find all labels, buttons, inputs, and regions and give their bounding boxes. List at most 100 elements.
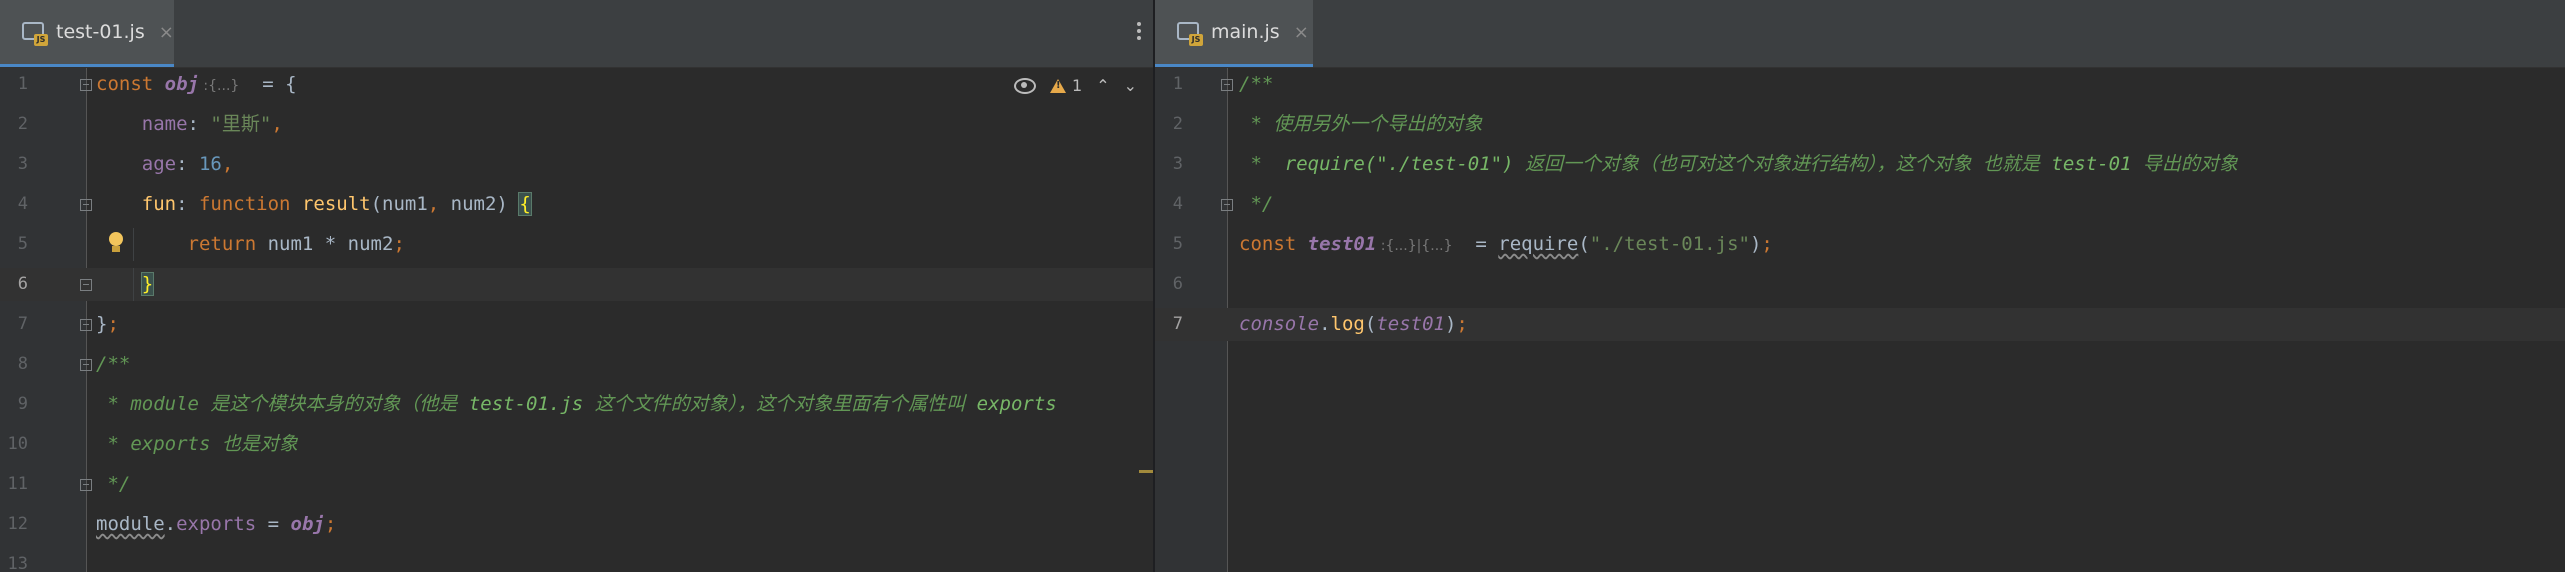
code-editor[interactable]: 1 /** 2 * 使用另外一个导出的对象 3 * require("./test-0… (1155, 68, 2565, 572)
token: 返回一个对象（也可对这个对象进行结构），这个对象 也就是 (1513, 153, 2052, 175)
line-number: 5 (1172, 234, 1183, 254)
token: * exports 也是对象 (96, 433, 298, 455)
code-line[interactable]: 11 */ (0, 468, 1153, 501)
code-line[interactable]: 1 /** (1155, 68, 2565, 101)
code-text[interactable]: const test01 :{...}|{...} = require("./t… (1239, 228, 1773, 263)
code-text[interactable]: * module 是这个模块本身的对象（他是 test-01.js 这个文件的对… (96, 388, 1057, 421)
close-tab-icon[interactable]: × (1294, 22, 1309, 43)
line-number: 4 (17, 194, 28, 214)
code-line[interactable]: 10 * exports 也是对象 (0, 428, 1153, 461)
token: exports (976, 393, 1057, 415)
tab-test-01-js[interactable]: JS test-01.js × (0, 0, 174, 67)
line-number: 11 (7, 474, 28, 494)
code-line[interactable]: 7 console.log(test01); (1155, 308, 2565, 341)
code-line[interactable]: 3 * require("./test-01") 返回一个对象（也可对这个对象进… (1155, 148, 2565, 181)
chevron-down-icon[interactable]: ⌄ (1124, 76, 1137, 95)
code-text[interactable]: * 使用另外一个导出的对象 (1239, 108, 1482, 141)
code-line[interactable]: 13 (0, 548, 1153, 572)
close-tab-icon[interactable]: × (159, 22, 174, 43)
token: num1 * num2 (267, 233, 394, 255)
line-number: 3 (1172, 154, 1183, 174)
code-text[interactable]: }; (96, 308, 119, 341)
eye-icon[interactable] (1014, 77, 1036, 94)
code-text[interactable]: age: 16, (96, 148, 234, 181)
code-line[interactable]: 4 */ (1155, 188, 2565, 221)
code-text[interactable]: name: "里斯", (96, 108, 283, 141)
token: , (271, 113, 283, 135)
token: ) (1749, 233, 1762, 255)
code-text[interactable]: /** (1239, 68, 1273, 101)
fold-marker-icon[interactable] (1221, 199, 1233, 211)
line-number: 7 (17, 314, 28, 334)
token: . (1319, 313, 1331, 335)
line-number: 5 (17, 234, 28, 254)
token: console (1239, 313, 1320, 335)
token: } (140, 272, 155, 296)
code-line[interactable]: 3 age: 16, (0, 148, 1153, 181)
chevron-up-icon[interactable]: ⌃ (1096, 76, 1109, 95)
token: : (176, 153, 199, 175)
code-line[interactable]: 9 * module 是这个模块本身的对象（他是 test-01.js 这个文件… (0, 388, 1153, 421)
code-line[interactable]: 2 name: "里斯", (0, 108, 1153, 141)
fold-marker-icon[interactable] (80, 279, 92, 291)
code-text[interactable]: return num1 * num2; (96, 228, 405, 261)
code-text[interactable]: console.log(test01); (1239, 308, 1468, 341)
code-line[interactable]: 6 } (0, 268, 1153, 301)
code-line[interactable]: 12 module.exports = obj; (0, 508, 1153, 541)
code-text[interactable]: module.exports = obj; (96, 508, 336, 541)
code-text[interactable]: */ (96, 468, 130, 501)
line-number: 2 (1172, 114, 1183, 134)
token: test01 (1376, 313, 1445, 335)
js-file-icon: JS (20, 20, 48, 46)
fold-marker-icon[interactable] (80, 479, 92, 491)
line-number: 4 (1172, 194, 1183, 214)
code-text[interactable]: fun: function result(num1, num2) { (96, 188, 532, 221)
code-text[interactable]: */ (1239, 188, 1273, 221)
js-file-icon: JS (1175, 20, 1203, 46)
code-editor[interactable]: 1 const obj :{...} = { 2 name: "里斯", 3 age:… (0, 68, 1153, 572)
editor-pane-left[interactable]: JS test-01.js × 1 const obj :{...} = { 2 n… (0, 0, 1153, 572)
token: = (1452, 233, 1499, 255)
code-line[interactable]: 2 * 使用另外一个导出的对象 (1155, 108, 2565, 141)
code-line[interactable]: 8 /** (0, 348, 1153, 381)
code-text[interactable]: const obj :{...} = { (96, 68, 297, 103)
line-number: 1 (1172, 74, 1183, 94)
fold-marker-icon[interactable] (80, 319, 92, 331)
tab-title: main.js (1211, 21, 1280, 43)
token: test01 (1307, 233, 1377, 255)
token: * 使用另外一个导出的对象 (1239, 113, 1483, 135)
token: obj (164, 73, 199, 95)
fold-marker-icon[interactable] (80, 79, 92, 91)
token: ; (1761, 233, 1773, 255)
tab-title: test-01.js (56, 21, 145, 43)
editor-tab-bar: JS main.js × (1155, 0, 2565, 68)
inspection-widget[interactable]: 1 ⌃ ⌄ (1014, 76, 1137, 95)
line-number: 10 (7, 434, 28, 454)
code-text[interactable]: * exports 也是对象 (96, 428, 298, 461)
more-options-icon[interactable] (1137, 22, 1143, 43)
tab-main-js[interactable]: JS main.js × (1155, 0, 1313, 67)
fold-marker-icon[interactable] (80, 359, 92, 371)
token: , (427, 193, 451, 215)
code-line[interactable]: 6 (1155, 268, 2565, 301)
code-text[interactable]: } (96, 268, 155, 301)
fold-marker-icon[interactable] (1221, 79, 1233, 91)
editor-pane-right[interactable]: JS main.js × 1 /** 2 * 使用另外一个导出的对象 3 * requ… (1155, 0, 2565, 572)
code-line[interactable]: 5 const test01 :{...}|{...} = require("./… (1155, 228, 2565, 261)
code-line[interactable]: 7}; (0, 308, 1153, 341)
code-text[interactable]: * require("./test-01") 返回一个对象（也可对这个对象进行结… (1239, 148, 2237, 181)
scrollbar-marker[interactable] (1139, 470, 1153, 473)
token: = { (239, 73, 297, 95)
code-line[interactable]: 1 const obj :{...} = { (0, 68, 1153, 101)
token: require (1498, 233, 1579, 255)
code-line[interactable]: 5 return num1 * num2; (0, 228, 1153, 261)
editor-tab-bar: JS test-01.js × (0, 0, 1153, 68)
code-text[interactable]: /** (96, 348, 130, 381)
code-line[interactable]: 4 fun: function result(num1, num2) { (0, 188, 1153, 221)
warning-indicator[interactable]: 1 (1050, 76, 1082, 95)
token: /** (96, 353, 131, 375)
token: "./test-01.js" (1589, 233, 1750, 255)
fold-marker-icon[interactable] (80, 199, 92, 211)
token: = (256, 513, 291, 535)
